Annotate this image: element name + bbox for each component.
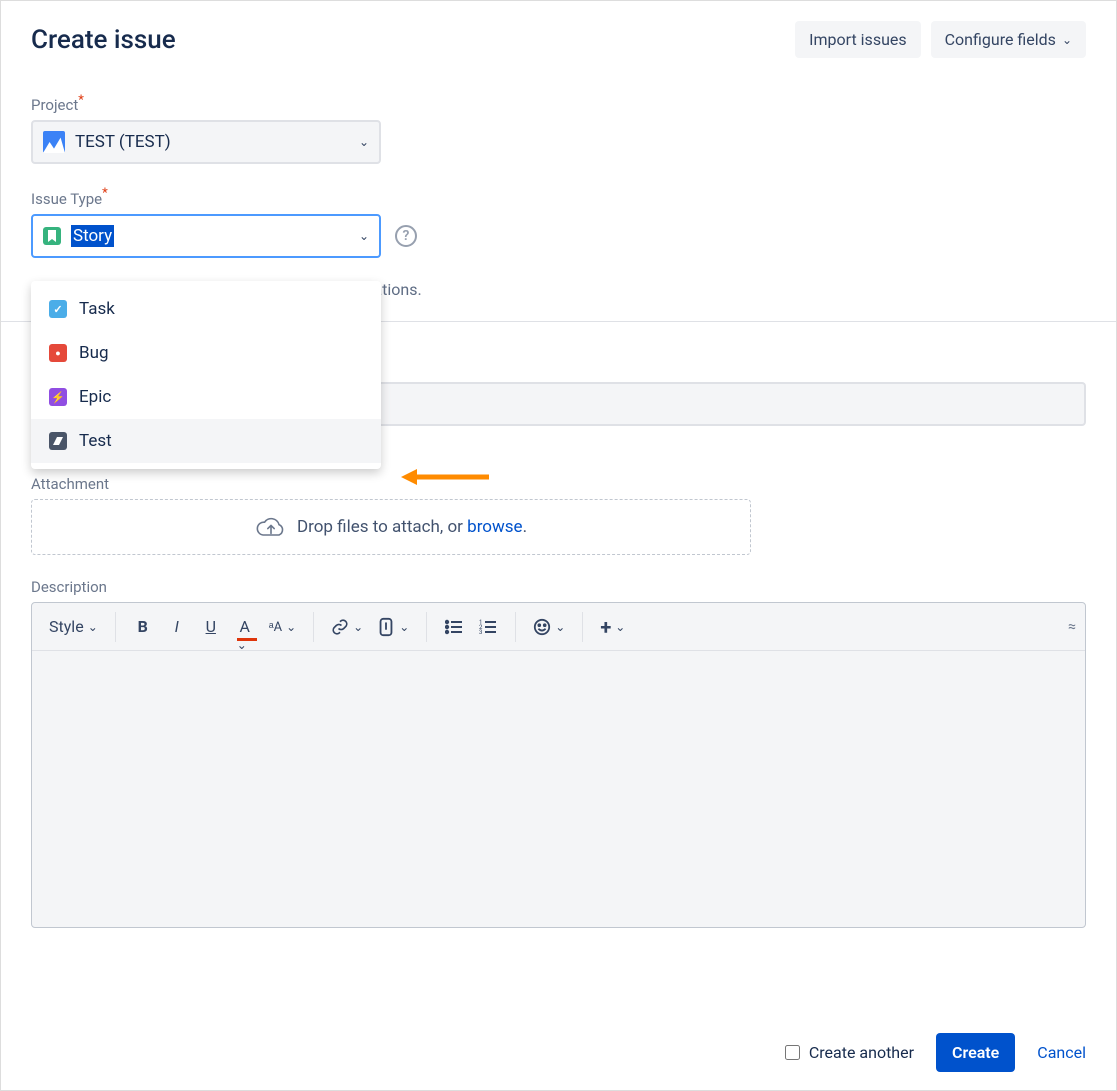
help-icon[interactable]: ?	[395, 225, 417, 247]
svg-text:3: 3	[479, 629, 482, 635]
chevron-down-icon: ⌄	[1062, 33, 1072, 47]
configure-fields-button[interactable]: Configure fields ⌄	[931, 21, 1086, 58]
emoji-button[interactable]	[528, 611, 570, 643]
modal-footer: Create another Create Cancel	[781, 1033, 1086, 1072]
project-avatar-icon	[43, 131, 65, 153]
story-icon	[43, 227, 61, 245]
required-asterisk: *	[102, 186, 108, 201]
italic-button[interactable]: I	[162, 611, 192, 643]
create-another-checkbox[interactable]: Create another	[781, 1042, 914, 1063]
task-icon: ✓	[49, 300, 67, 318]
import-issues-button[interactable]: Import issues	[795, 21, 920, 58]
dropdown-option-epic[interactable]: ⚡ Epic	[31, 375, 381, 419]
create-issue-modal: Create issue Import issues Configure fie…	[0, 0, 1117, 1091]
modal-header: Create issue Import issues Configure fie…	[31, 21, 1086, 58]
chevron-down-icon: ⌄	[359, 229, 369, 243]
description-field: Description Style B I U A ᵃA	[31, 577, 1086, 928]
toolbar-separator	[115, 612, 116, 642]
attachment-dropzone[interactable]: Drop files to attach, or browse.	[31, 499, 751, 555]
project-field: Project* TEST (TEST) ⌄	[31, 93, 1086, 164]
annotation-arrow-icon	[401, 465, 491, 489]
create-button[interactable]: Create	[936, 1033, 1015, 1072]
toolbar-separator	[515, 612, 516, 642]
attachment-label: Attachment	[31, 475, 109, 493]
toolbar-separator	[582, 612, 583, 642]
dropzone-period: .	[523, 517, 527, 537]
create-another-input[interactable]	[785, 1045, 800, 1060]
test-icon	[49, 432, 67, 450]
insert-more-button[interactable]: +	[595, 611, 630, 643]
issue-type-label: Issue Type	[31, 190, 102, 208]
collapse-toolbar-icon[interactable]: ≈	[1068, 619, 1073, 635]
dropdown-option-test[interactable]: Test	[31, 419, 381, 463]
attachment-field: Attachment Drop files to attach, or brow…	[31, 474, 1086, 555]
bullet-list-button[interactable]	[439, 611, 469, 643]
dropzone-text: Drop files to attach, or	[297, 517, 467, 537]
rich-text-editor: Style B I U A ᵃA 123	[31, 602, 1086, 928]
configure-fields-label: Configure fields	[945, 30, 1056, 49]
chevron-down-icon: ⌄	[359, 135, 369, 149]
style-dropdown[interactable]: Style	[44, 611, 103, 643]
modal-title: Create issue	[31, 25, 176, 55]
import-issues-label: Import issues	[809, 30, 906, 49]
header-actions: Import issues Configure fields ⌄	[795, 21, 1086, 58]
option-label: Epic	[79, 387, 111, 407]
issue-type-dropdown: ✓ Task ● Bug ⚡ Epic Test	[31, 281, 381, 469]
clear-format-button[interactable]: ᵃA	[264, 611, 301, 643]
editor-textarea[interactable]	[32, 651, 1085, 927]
cancel-link[interactable]: Cancel	[1037, 1043, 1086, 1062]
project-value: TEST (TEST)	[75, 132, 171, 152]
bug-icon: ●	[49, 344, 67, 362]
epic-icon: ⚡	[49, 388, 67, 406]
upload-cloud-icon	[255, 513, 287, 541]
bold-button[interactable]: B	[128, 611, 158, 643]
underline-button[interactable]: U	[196, 611, 226, 643]
issue-type-field: Issue Type* Story ⌄ ?	[31, 186, 1086, 257]
link-button[interactable]	[326, 611, 368, 643]
required-asterisk: *	[78, 93, 84, 108]
numbered-list-button[interactable]: 123	[473, 611, 503, 643]
project-label: Project	[31, 96, 78, 114]
editor-toolbar: Style B I U A ᵃA 123	[32, 603, 1085, 651]
create-another-label: Create another	[809, 1043, 914, 1062]
description-label: Description	[31, 578, 107, 596]
toolbar-separator	[313, 612, 314, 642]
dropdown-option-bug[interactable]: ● Bug	[31, 331, 381, 375]
toolbar-separator	[426, 612, 427, 642]
attachment-button[interactable]	[372, 611, 414, 643]
issue-type-select[interactable]: Story ⌄	[31, 214, 381, 258]
issue-type-value: Story	[71, 225, 114, 247]
option-label: Test	[79, 431, 112, 451]
text-color-button[interactable]: A	[230, 611, 260, 643]
dropdown-option-task[interactable]: ✓ Task	[31, 287, 381, 331]
option-label: Bug	[79, 343, 109, 363]
option-label: Task	[79, 299, 115, 319]
browse-link[interactable]: browse	[467, 517, 522, 537]
project-select[interactable]: TEST (TEST) ⌄	[31, 120, 381, 164]
